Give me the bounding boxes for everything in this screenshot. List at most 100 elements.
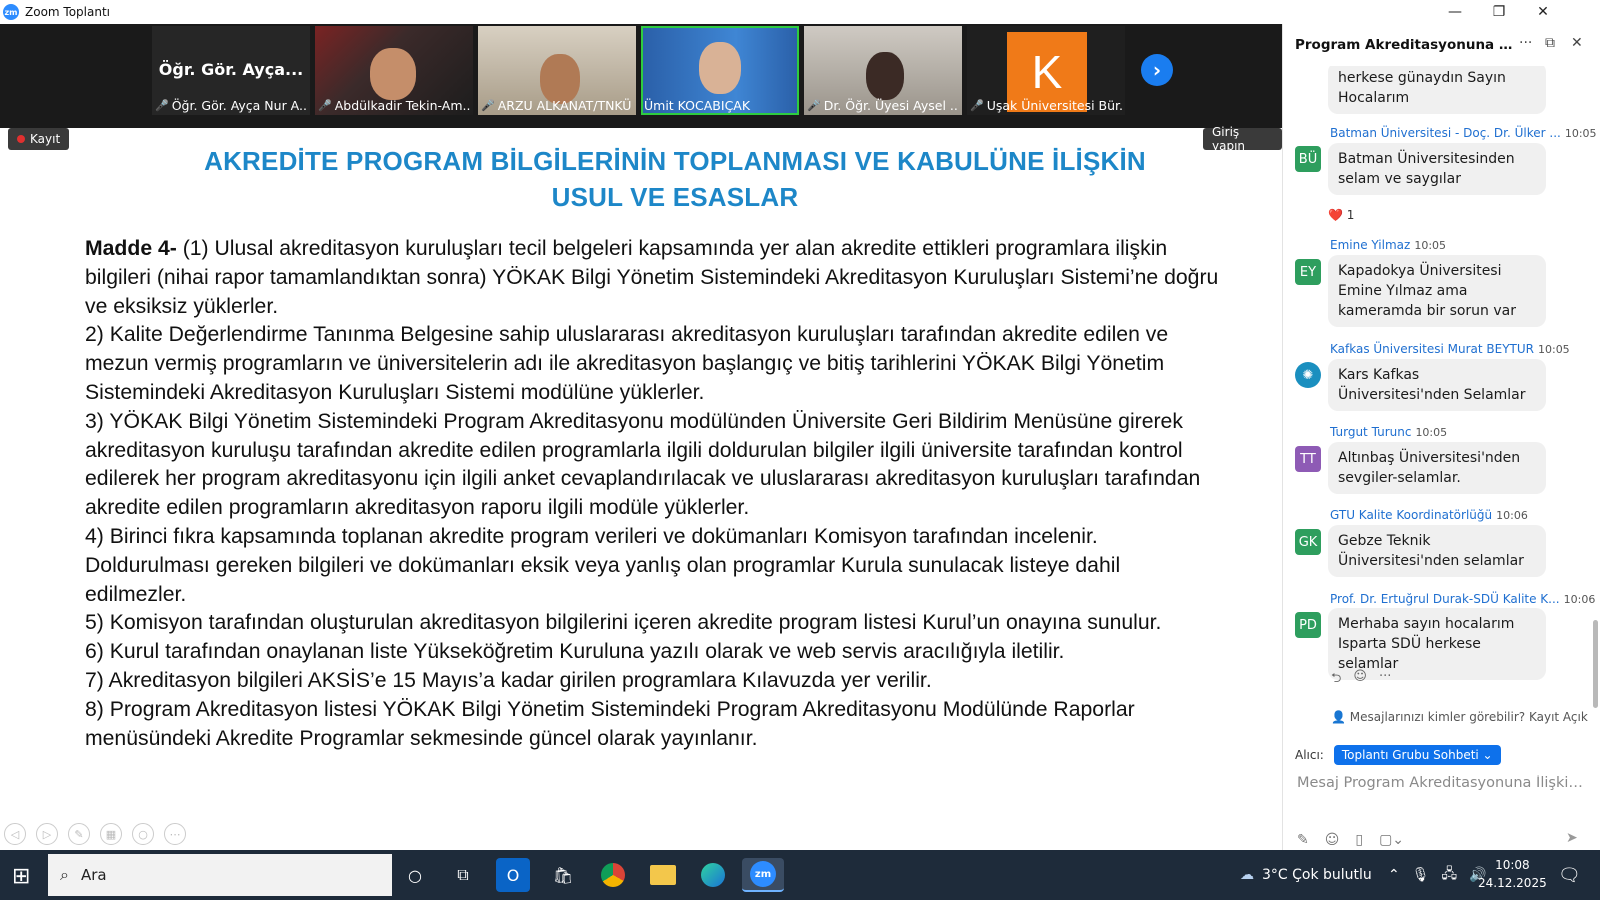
visibility-text: Mesajlarınızı kimler görebilir? Kayıt Aç… bbox=[1349, 710, 1588, 724]
participant-name: Abdülkadir Tekin-Am... bbox=[334, 98, 470, 113]
message-time: 10:06 bbox=[1563, 593, 1596, 606]
participant-face bbox=[540, 54, 580, 104]
chat-sender: Prof. Dr. Ertuğrul Durak-SDÜ Kalite K...… bbox=[1330, 592, 1595, 606]
user-avatar[interactable]: ✺ bbox=[1295, 362, 1321, 388]
window-title: Zoom Toplantı bbox=[25, 5, 110, 19]
edge-icon[interactable] bbox=[696, 858, 730, 892]
heart-reaction[interactable]: ❤️ 1 bbox=[1328, 208, 1354, 222]
task-view-icon[interactable]: ⧉ bbox=[446, 858, 480, 892]
recipient-row: Alıcı: Toplantı Grubu Sohbeti ⌄ bbox=[1295, 745, 1501, 765]
show-hidden-icons-icon[interactable]: ⌃ bbox=[1388, 867, 1400, 883]
format-icon[interactable]: ✎ bbox=[1297, 832, 1309, 848]
popout-icon[interactable]: ⧉ bbox=[1545, 35, 1555, 51]
outlook-icon[interactable]: O bbox=[496, 858, 530, 892]
zoom-taskbar-icon[interactable]: zm bbox=[742, 858, 784, 892]
slide-paragraph: 4) Birinci fıkra kapsamında toplanan akr… bbox=[85, 524, 1121, 606]
recipient-dropdown[interactable]: Toplantı Grubu Sohbeti ⌄ bbox=[1333, 745, 1501, 765]
message-actions: ⮌ ☺ ··· bbox=[1331, 669, 1391, 691]
article-label: Madde 4- bbox=[85, 237, 177, 260]
store-icon[interactable]: 🛍 bbox=[546, 858, 580, 892]
user-avatar[interactable]: GK bbox=[1295, 529, 1321, 555]
slide-paragraph: Madde 4- (1) Ulusal akreditasyon kuruluş… bbox=[85, 235, 1225, 321]
cloud-icon: ☁ bbox=[1240, 867, 1254, 883]
participant-name: Uşak Üniversitesi Bür... bbox=[986, 98, 1122, 113]
message-time: 10:05 bbox=[1414, 239, 1447, 252]
participant-name: Dr. Öğr. Üyesi Aysel ... bbox=[823, 98, 959, 113]
clock-time: 10:08 bbox=[1495, 858, 1530, 872]
participant-name-label: 🎤 Abdülkadir Tekin-Am... bbox=[318, 98, 470, 113]
user-avatar[interactable]: TT bbox=[1295, 446, 1321, 472]
message-time: 10:06 bbox=[1496, 509, 1528, 522]
participant-tile-active-speaker[interactable]: Ümit KOCABIÇAK bbox=[641, 26, 799, 115]
system-tray: ⌃ 🎙 🖧 🔊 bbox=[1388, 850, 1487, 900]
participant-tile[interactable]: 🎤 ARZU ALKANAT/TNKÜ bbox=[478, 26, 636, 115]
zoom-window: zm Zoom Toplantı — ❐ ✕ Öğr. Gör. Ayça...… bbox=[0, 0, 1600, 900]
windows-start-icon[interactable]: ⊞ bbox=[12, 864, 30, 889]
chat-bubble: Kars Kafkas Üniversitesi'nden Selamlar bbox=[1328, 359, 1546, 411]
sender-name: Kafkas Üniversitesi Murat BEYTUR bbox=[1330, 342, 1534, 356]
emoji-reaction-icon[interactable]: ☺ bbox=[1353, 669, 1367, 691]
user-avatar[interactable]: PD bbox=[1295, 612, 1321, 638]
chat-title: Program Akreditasyonuna İlişkin... bbox=[1295, 37, 1515, 53]
chat-bubble: Kapadokya Üniversitesi Emine Yılmaz ama … bbox=[1328, 255, 1546, 327]
participant-tile[interactable]: Öğr. Gör. Ayça... 🎤 Öğr. Gör. Ayça Nur A.… bbox=[152, 26, 310, 115]
chat-bubble: Batman Üniversitesinden selam ve saygıla… bbox=[1328, 143, 1546, 195]
clock-date: 24.12.2025 bbox=[1478, 876, 1547, 890]
zoom-app-icon: zm bbox=[3, 4, 19, 20]
slide-title-line-2: USUL VE ESASLAR bbox=[551, 182, 799, 212]
participant-name: Öğr. Gör. Ayça Nur A... bbox=[171, 98, 307, 113]
file-explorer-icon[interactable] bbox=[646, 858, 680, 892]
reply-icon[interactable]: ⮌ bbox=[1331, 669, 1341, 691]
previous-page-icon[interactable]: ◁ bbox=[4, 823, 26, 845]
sender-name: Batman Üniversitesi - Doç. Dr. Ülker ... bbox=[1330, 126, 1561, 140]
emoji-icon[interactable]: ☺ bbox=[1325, 832, 1340, 848]
file-icon[interactable]: ▯ bbox=[1355, 832, 1363, 848]
more-icon[interactable]: ⋯ bbox=[164, 823, 186, 845]
people-icon: 👤 bbox=[1331, 710, 1350, 724]
restore-button[interactable]: ❐ bbox=[1476, 0, 1522, 24]
next-page-icon[interactable]: ▷ bbox=[36, 823, 58, 845]
slide-paragraph-text: (1) Ulusal akreditasyon kuruluşları teci… bbox=[85, 237, 1219, 318]
network-icon[interactable]: 🖧 bbox=[1442, 863, 1458, 887]
chat-scrollbar[interactable] bbox=[1593, 620, 1598, 708]
message-input[interactable]: Mesaj Program Akreditasyonuna İlişkin Bi… bbox=[1297, 775, 1587, 791]
minimize-button[interactable]: — bbox=[1432, 0, 1478, 24]
more-options-icon[interactable]: ··· bbox=[1519, 35, 1532, 51]
taskbar-search-box[interactable]: ⌕ Ara bbox=[48, 854, 392, 896]
user-avatar[interactable]: BÜ bbox=[1295, 146, 1321, 172]
participant-tile[interactable]: K 🎤 Uşak Üniversitesi Bür... bbox=[967, 26, 1125, 115]
slide-body: Madde 4- (1) Ulusal akreditasyon kuruluş… bbox=[85, 235, 1225, 753]
taskbar-clock[interactable]: 10:08 24.12.2025 bbox=[1478, 856, 1547, 892]
participant-tile[interactable]: 🎤 Dr. Öğr. Üyesi Aysel ... bbox=[804, 26, 962, 115]
screenshot-icon[interactable]: ▢⌄ bbox=[1379, 832, 1404, 848]
participant-tile[interactable]: 🎤 Abdülkadir Tekin-Am... bbox=[315, 26, 473, 115]
more-actions-icon[interactable]: ··· bbox=[1379, 669, 1391, 691]
participant-name-label: 🎤 Öğr. Gör. Ayça Nur A... bbox=[155, 98, 307, 113]
grid-icon[interactable]: ▦ bbox=[100, 823, 122, 845]
pen-icon[interactable]: ✎ bbox=[68, 823, 90, 845]
mic-muted-icon: 🎤 bbox=[318, 99, 332, 112]
chat-bubble: Altınbaş Üniversitesi'nden sevgiler-sela… bbox=[1328, 442, 1546, 494]
send-icon[interactable]: ➤ bbox=[1566, 830, 1578, 846]
user-avatar[interactable]: EY bbox=[1295, 259, 1321, 285]
chat-sender: Batman Üniversitesi - Doç. Dr. Ülker ...… bbox=[1330, 126, 1597, 140]
microphone-icon[interactable]: 🎙 bbox=[1412, 867, 1430, 883]
chrome-icon[interactable] bbox=[596, 858, 630, 892]
message-visibility-note[interactable]: 👤 Mesajlarınızı kimler görebilir? Kayıt … bbox=[1331, 710, 1588, 724]
participant-face bbox=[866, 52, 904, 100]
mic-muted-icon: 🎤 bbox=[807, 99, 821, 112]
close-chat-icon[interactable]: ✕ bbox=[1571, 35, 1583, 51]
slide-paragraph: 8) Program Akreditasyon listesi YÖKAK Bi… bbox=[85, 697, 1135, 750]
chat-bubble: Gebze Teknik Üniversitesi'nden selamlar bbox=[1328, 525, 1546, 577]
next-participants-button[interactable]: › bbox=[1141, 54, 1173, 86]
chat-message-list[interactable]: herkese günaydın Sayın Hocalarım Batman … bbox=[1283, 66, 1600, 728]
notifications-icon[interactable]: 🗨 bbox=[1558, 850, 1581, 900]
title-bar: zm Zoom Toplantı — ❐ ✕ bbox=[0, 0, 1600, 24]
zoom-icon[interactable]: ○ bbox=[132, 823, 154, 845]
weather-text: 3°C Çok bulutlu bbox=[1262, 867, 1372, 883]
participant-big-name: Öğr. Gör. Ayça... bbox=[158, 60, 304, 79]
close-button[interactable]: ✕ bbox=[1520, 0, 1566, 24]
cortana-icon[interactable]: ○ bbox=[398, 858, 432, 892]
participant-name-label: Ümit KOCABIÇAK bbox=[644, 98, 796, 113]
weather-widget[interactable]: ☁ 3°C Çok bulutlu bbox=[1240, 850, 1372, 900]
